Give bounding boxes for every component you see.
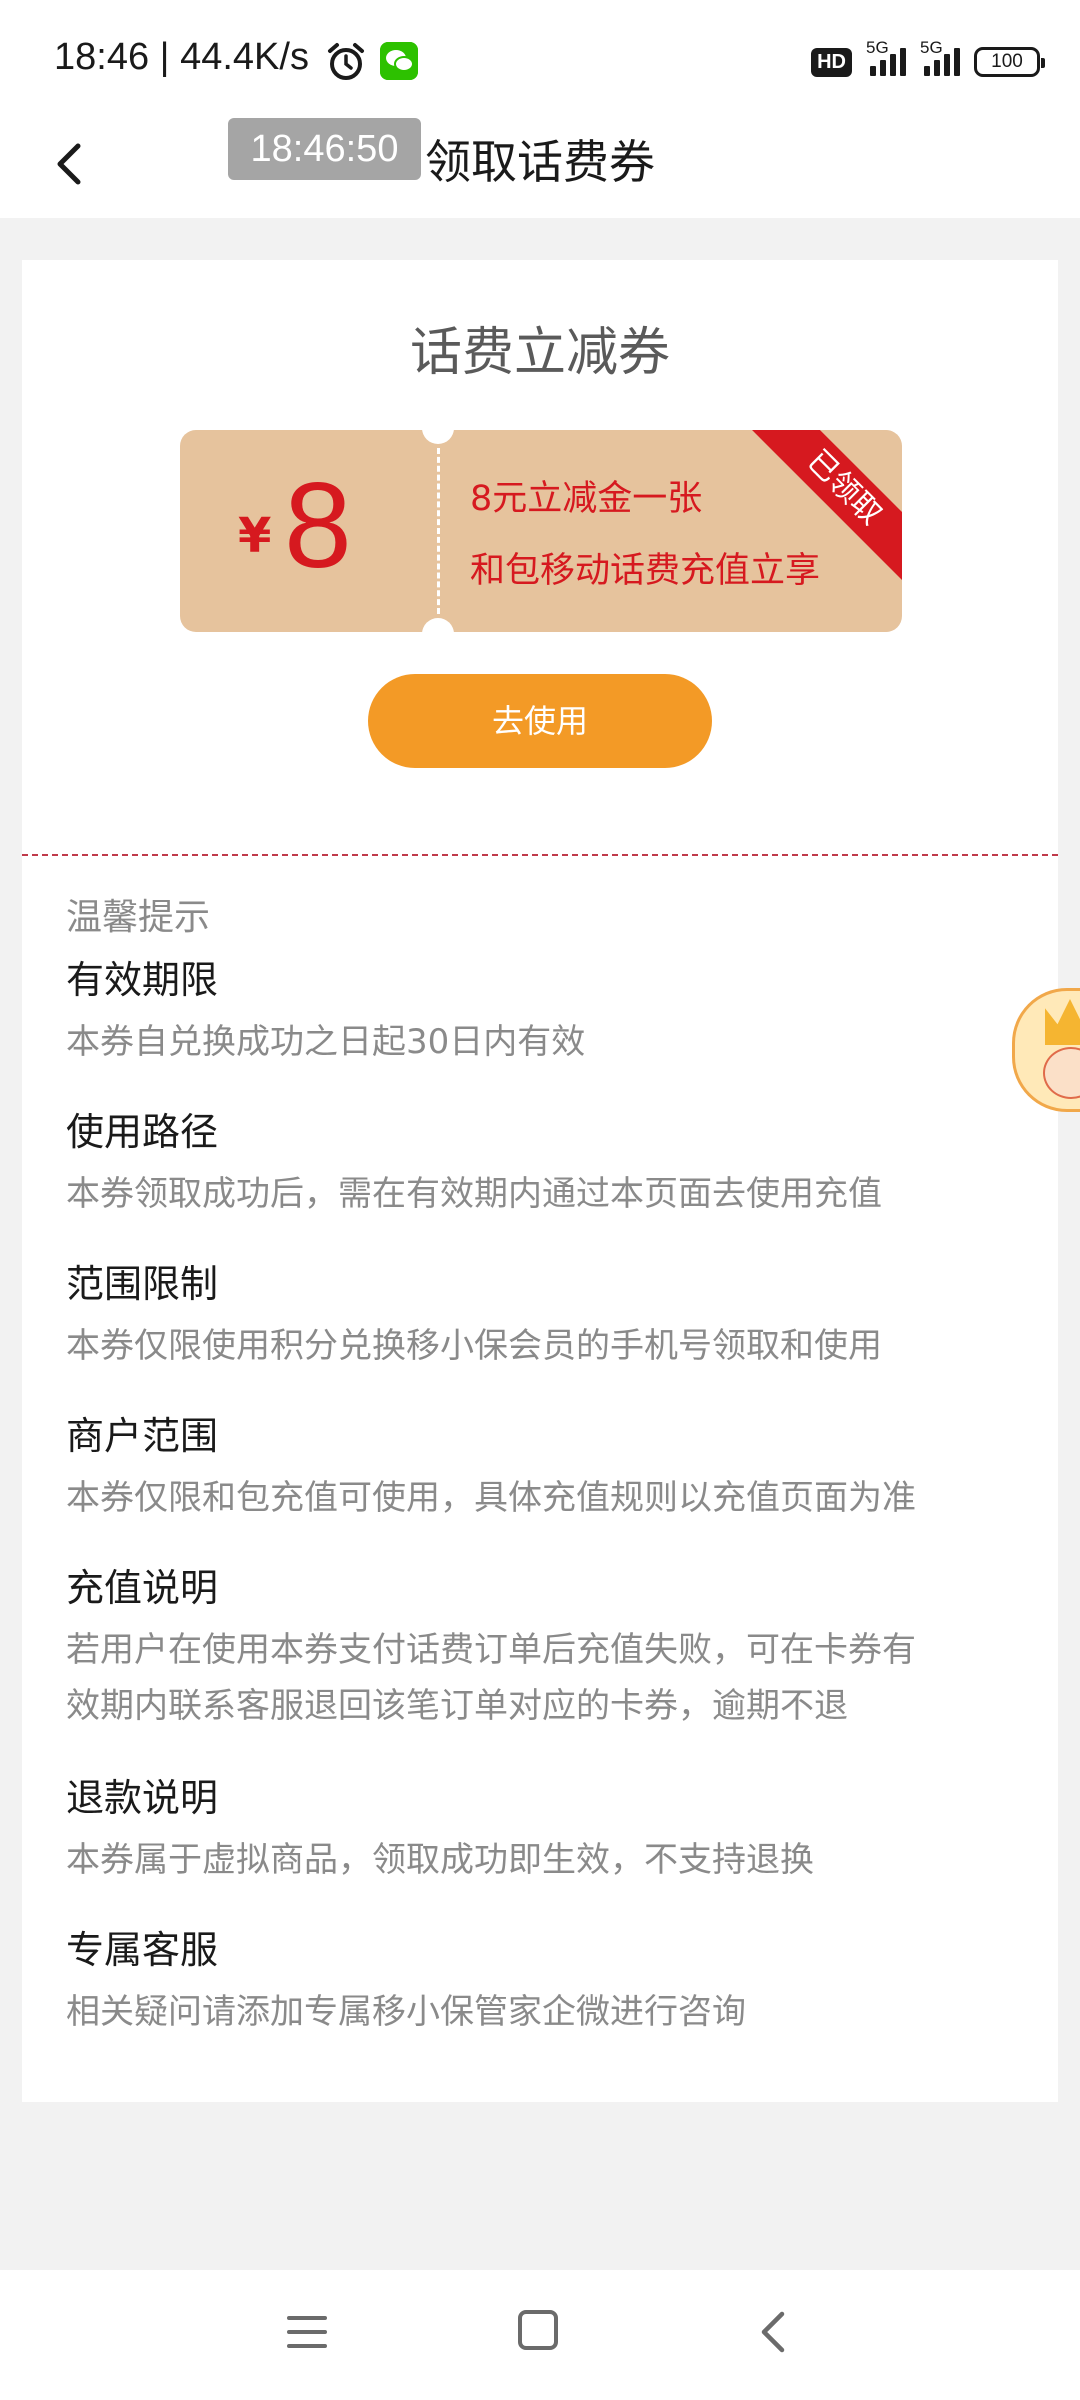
tip-title: 使用路径 — [66, 1110, 219, 1154]
home-icon[interactable] — [518, 2310, 558, 2350]
system-nav-bar — [0, 2270, 1080, 2400]
use-coupon-button[interactable]: 去使用 — [368, 674, 712, 768]
card-title: 话费立减券 — [409, 323, 670, 383]
tip-merchant-scope: 商户范围 本券仅限和包充值可使用，具体充值规则以充值页面为准 — [66, 1408, 1026, 1526]
tip-validity: 有效期限 本券自兑换成功之日起30日内有效 — [66, 952, 1026, 1070]
wechat-icon — [380, 42, 418, 80]
tip-title: 退款说明 — [66, 1776, 219, 1820]
crown-icon — [1045, 999, 1080, 1045]
time-overlay: 18:46:50 — [228, 118, 421, 180]
tip-title: 充值说明 — [66, 1566, 219, 1610]
tip-usage-path: 使用路径 本券领取成功后，需在有效期内通过本页面去使用充值 — [66, 1104, 1026, 1222]
tip-title: 范围限制 — [66, 1262, 219, 1306]
currency-symbol: ¥ — [238, 508, 272, 564]
signal-icon: 5G — [866, 38, 906, 76]
tips-label: 温馨提示 — [66, 897, 211, 938]
tip-text: 本券领取成功后，需在有效期内通过本页面去使用充值 — [66, 1174, 882, 1214]
tip-refund-note: 退款说明 本券属于虚拟商品，领取成功即生效，不支持退换 — [66, 1770, 1026, 1888]
dashed-divider — [22, 854, 1058, 856]
coupon-ticket: ¥ 8 8元立减金一张 和包移动话费充值立享 已领取 — [180, 430, 902, 632]
status-right-group: HD 5G 5G 100 — [811, 38, 1045, 84]
tip-title: 商户范围 — [66, 1414, 219, 1458]
hd-badge: HD — [811, 47, 852, 77]
tip-text: 本券仅限使用积分兑换移小保会员的手机号领取和使用 — [66, 1326, 882, 1366]
status-time: 18:46 | 44.4K/s — [54, 36, 309, 78]
coupon-amount-area: ¥ 8 — [180, 430, 438, 632]
tip-title: 有效期限 — [66, 958, 219, 1002]
tip-scope-limit: 范围限制 本券仅限使用积分兑换移小保会员的手机号领取和使用 — [66, 1256, 1026, 1374]
coupon-desc-line1: 8元立减金一张 — [470, 479, 703, 519]
battery-icon: 100 — [974, 47, 1045, 77]
tip-text: 效期内联系客服退回该笔订单对应的卡券，逾期不退 — [66, 1686, 848, 1726]
page-title: 领取话费券 — [425, 135, 655, 189]
coupon-divider — [437, 448, 440, 614]
status-bar: 18:46 | 44.4K/s HD 5G 5G 100 — [0, 0, 1080, 110]
coupon-desc-line2: 和包移动话费充值立享 — [470, 551, 821, 591]
signal-icon-2: 5G — [920, 38, 960, 76]
tip-text: 本券自兑换成功之日起30日内有效 — [66, 1022, 586, 1062]
tip-text: 若用户在使用本券支付话费订单后充值失败，可在卡券有 — [66, 1630, 916, 1670]
nav-back-icon[interactable] — [752, 2306, 796, 2358]
tip-title: 专属客服 — [66, 1928, 219, 1972]
tip-text: 本券属于虚拟商品，领取成功即生效，不支持退换 — [66, 1840, 814, 1880]
coupon-card: 话费立减券 ¥ 8 8元立减金一张 和包移动话费充值立享 已领取 去使用 温馨提… — [22, 260, 1058, 2102]
tip-text: 本券仅限和包充值可使用，具体充值规则以充值页面为准 — [66, 1478, 916, 1518]
mascot-face-icon — [1043, 1047, 1080, 1099]
coupon-amount: 8 — [284, 457, 352, 593]
menu-icon[interactable] — [285, 2312, 329, 2352]
tip-customer-service: 专属客服 相关疑问请添加专属移小保管家企微进行咨询 — [66, 1922, 1026, 2040]
tip-recharge-note: 充值说明 若用户在使用本券支付话费订单后充值失败，可在卡券有 效期内联系客服退回… — [66, 1560, 1026, 1734]
tip-text: 相关疑问请添加专属移小保管家企微进行咨询 — [66, 1992, 746, 2032]
alarm-icon — [328, 43, 364, 80]
